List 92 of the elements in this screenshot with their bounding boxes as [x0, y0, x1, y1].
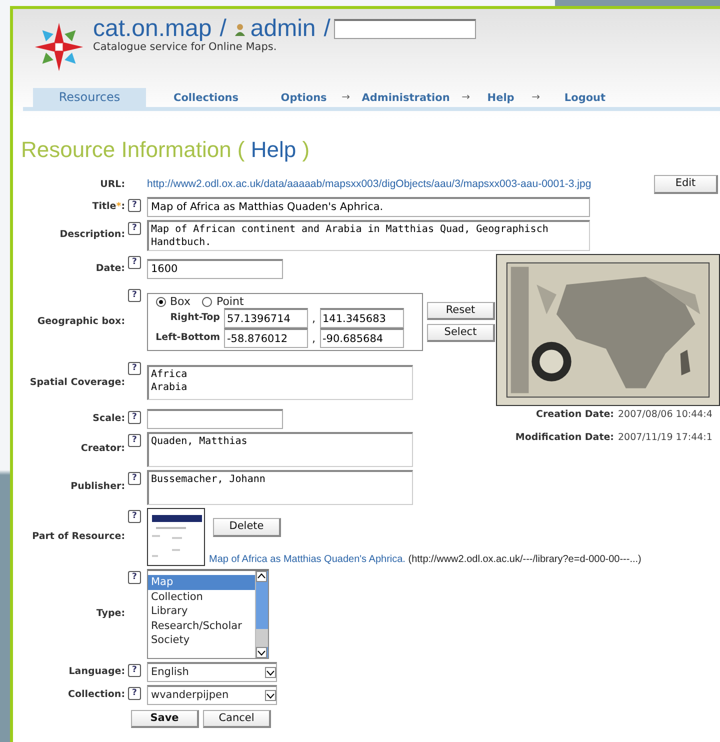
list-option[interactable]: Society [148, 633, 255, 648]
text-area[interactable]: Map of African continent and Arabia in Matthias Quad, Geographisch Handtbuch. [147, 220, 590, 251]
type-listbox[interactable]: Map Collection Library Research/Scholar Society [147, 569, 269, 660]
dropdown-caret-icon[interactable] [265, 667, 276, 678]
field-label: Collection: [67, 689, 125, 701]
help-icon[interactable]: ? [128, 222, 141, 235]
help-icon[interactable]: ? [128, 289, 141, 302]
dropdown[interactable]: wvanderpijpen [147, 685, 277, 706]
coordinate-field[interactable]: 57.1396714 [224, 308, 308, 328]
list-option[interactable]: Research/Scholar [148, 618, 255, 634]
dropdown-caret-icon[interactable] [265, 690, 276, 702]
help-icon[interactable]: ? [128, 256, 141, 269]
date-value: 2007/08/06 10:44:4 [618, 408, 712, 420]
dropdown-value: English [151, 666, 189, 680]
search-field[interactable] [334, 19, 476, 39]
nav-tab[interactable]: Administration [350, 90, 462, 107]
help-icon[interactable]: ? [128, 472, 141, 485]
field-label: Type: [95, 608, 125, 620]
help-icon[interactable]: ? [128, 410, 141, 424]
site-subtitle: Catalogue service for Online Maps. [93, 41, 278, 54]
text-field[interactable]: 1600 [147, 258, 283, 279]
comma: , [312, 312, 316, 326]
text-field[interactable] [147, 408, 283, 429]
radio-button[interactable] [156, 296, 166, 307]
field-label: Creator: [80, 443, 125, 455]
save-button[interactable]: Save [131, 710, 199, 728]
radio-button[interactable] [202, 296, 212, 307]
user-icon [234, 22, 246, 36]
geo-button[interactable]: Select [427, 324, 495, 342]
field-label: Title*: [91, 200, 125, 212]
edit-button[interactable]: Edit [654, 175, 718, 194]
field-label: Part of Resource: [31, 530, 125, 543]
list-option[interactable]: Library [148, 604, 255, 619]
radio-label: Point [216, 294, 244, 308]
text-area[interactable]: Quaden, Matthias [147, 432, 413, 467]
help-icon[interactable]: ? [128, 687, 141, 700]
nav-tab[interactable]: Help [470, 90, 532, 107]
date-label: Creation Date: [535, 408, 614, 420]
field-label: Date: [94, 262, 125, 275]
path-separator: / [324, 17, 330, 41]
user-name[interactable]: admin [250, 17, 316, 41]
geo-button[interactable]: Reset [427, 302, 495, 320]
text-area[interactable]: Bussemacher, Johann [147, 470, 413, 505]
list-option[interactable]: Map [148, 575, 255, 590]
resource-link-text: Map of Africa as Matthias Quaden's Aphrica. (http://www2.odl.ox.ac.uk/---/library?e=d-000-00---...) [209, 554, 642, 566]
field-label: Language: [68, 666, 125, 678]
coordinate-field[interactable]: -90.685684 [320, 328, 404, 348]
nav-tab[interactable]: Collections [146, 90, 266, 107]
text-field[interactable]: Map of Africa as Matthias Quaden's Aphrica. [147, 196, 590, 217]
text-area[interactable]: Africa Arabia [147, 365, 413, 400]
cancel-button[interactable]: Cancel [203, 710, 271, 728]
list-option[interactable]: Collection [148, 590, 255, 604]
resource-link[interactable]: Map of Africa as Matthias Quaden's Aphrica. [209, 554, 406, 565]
arrow-icon: → [532, 92, 540, 105]
help-icon[interactable]: ? [128, 510, 141, 523]
url-link[interactable]: http://www2.odl.ox.ac.uk/data/aaaaab/mapsxx003/digObjects/aau/3/mapsxx003-aau-0001-3.jpg [147, 178, 592, 192]
scrollbar[interactable] [255, 571, 268, 658]
nav-tab[interactable]: Resources [33, 88, 146, 107]
coordinate-field[interactable]: 141.345683 [320, 308, 404, 328]
radio-label: Box [170, 294, 190, 308]
field-label: URL: [99, 178, 125, 190]
date-value: 2007/11/19 17:44:1 [618, 432, 712, 444]
comma: , [312, 332, 316, 346]
compass-logo [33, 21, 85, 73]
help-link[interactable]: Help [250, 137, 296, 162]
coordinate-field[interactable]: -58.876012 [224, 328, 308, 348]
path-separator: / [220, 17, 226, 41]
field-label: Publisher: [70, 481, 125, 493]
scroll-down-icon[interactable] [256, 647, 267, 658]
help-icon[interactable]: ? [128, 198, 141, 212]
coordinate-label: Right-Top [169, 312, 220, 324]
help-icon[interactable]: ? [128, 434, 141, 447]
delete-button[interactable]: Delete [213, 518, 281, 537]
field-label: Scale: [92, 412, 125, 424]
scrollbar-thumb[interactable] [256, 629, 268, 648]
dropdown[interactable]: English [147, 662, 277, 682]
field-label: Spatial Coverage: [28, 376, 125, 389]
site-title[interactable]: cat.on.map [93, 17, 212, 41]
dropdown-value: wvanderpijpen [151, 688, 229, 702]
arrow-icon: → [342, 92, 350, 105]
help-icon[interactable]: ? [128, 571, 141, 584]
date-label: Modification Date: [514, 432, 614, 444]
scroll-up-icon[interactable] [256, 571, 267, 582]
coordinate-label: Left-Bottom [154, 332, 220, 344]
nav-tab[interactable]: Logout [540, 90, 630, 107]
help-icon[interactable]: ? [128, 362, 141, 375]
nav-tab[interactable]: Options [266, 90, 342, 107]
field-label: Description: [58, 229, 125, 241]
page-heading: Resource Information ( Help ) [21, 137, 311, 164]
arrow-icon: → [462, 92, 470, 105]
field-label: Geographic box: [36, 316, 125, 328]
help-icon[interactable]: ? [128, 664, 141, 678]
